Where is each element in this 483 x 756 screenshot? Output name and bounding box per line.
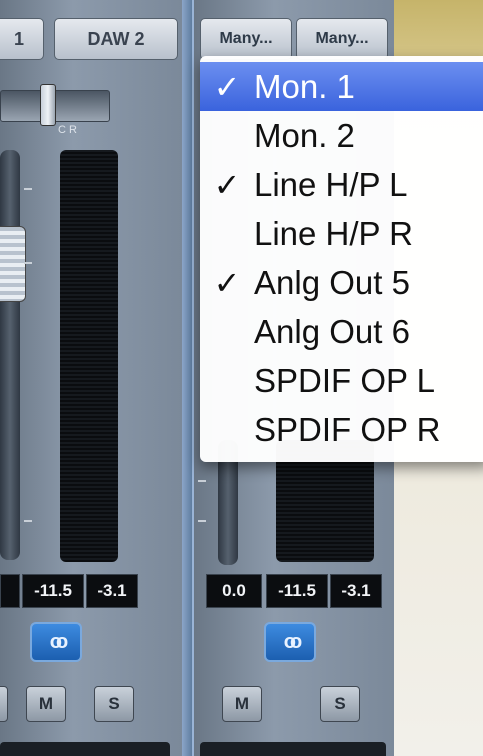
pan-scale-label: C R (58, 124, 77, 136)
fader-readout (0, 574, 20, 608)
menu-item-label: Line H/P R (254, 214, 413, 252)
menu-item-mon-2[interactable]: Mon. 2 (200, 111, 483, 160)
fader-tick (24, 262, 32, 264)
fader-tick (24, 520, 32, 522)
menu-item-spdif-op-l[interactable]: SPDIF OP L (200, 356, 483, 405)
fader-handle[interactable] (0, 226, 26, 302)
checkmark-icon: ✓ (213, 68, 241, 105)
menu-item-label: SPDIF OP R (254, 410, 441, 448)
solo-button[interactable]: S (94, 686, 134, 722)
output-select-button-a[interactable]: Many... (200, 18, 292, 60)
menu-item-label: Line H/P L (254, 165, 408, 203)
partial-button[interactable] (0, 686, 8, 722)
stereo-link-button[interactable]: oo (264, 622, 316, 662)
meter-readout-rms: -3.1 (330, 574, 382, 608)
fader-tick (24, 188, 32, 190)
fader-readout: 0.0 (206, 574, 262, 608)
pan-knob[interactable] (40, 84, 56, 126)
menu-item-mon-1[interactable]: ✓ Mon. 1 (200, 62, 483, 111)
mute-button[interactable]: M (222, 686, 262, 722)
menu-item-anlg-out-6[interactable]: Anlg Out 6 (200, 307, 483, 356)
link-icon: oo (49, 630, 69, 653)
menu-item-label: Mon. 1 (254, 67, 355, 105)
input-select-button-1[interactable]: 1 (0, 18, 44, 60)
checkmark-icon: ✓ (213, 264, 241, 301)
meter-readout-peak: -11.5 (22, 574, 84, 608)
meter-readout-peak: -11.5 (266, 574, 328, 608)
menu-item-label: Anlg Out 5 (254, 263, 410, 301)
solo-button[interactable]: S (320, 686, 360, 722)
mute-button[interactable]: M (26, 686, 66, 722)
output-select-button-b[interactable]: Many... (296, 18, 388, 60)
channel-strip-left: 1 DAW 2 C R -11.5 -3.1 oo M S (0, 0, 184, 756)
menu-item-line-hp-r[interactable]: Line H/P R (200, 209, 483, 258)
strip-divider (182, 0, 192, 756)
channel-name-field[interactable] (0, 742, 170, 756)
output-routing-menu: ✓ Mon. 1 Mon. 2 ✓ Line H/P L Line H/P R … (200, 56, 483, 462)
stereo-link-button[interactable]: oo (30, 622, 82, 662)
meter-readout-rms: -3.1 (86, 574, 138, 608)
menu-item-spdif-op-r[interactable]: SPDIF OP R (200, 405, 483, 454)
menu-item-label: SPDIF OP L (254, 361, 435, 399)
menu-item-anlg-out-5[interactable]: ✓ Anlg Out 5 (200, 258, 483, 307)
input-select-button-daw2[interactable]: DAW 2 (54, 18, 178, 60)
menu-item-label: Mon. 2 (254, 116, 355, 154)
channel-name-field[interactable] (200, 742, 386, 756)
fader-tick (198, 520, 206, 522)
level-meter (60, 150, 118, 562)
menu-item-line-hp-l[interactable]: ✓ Line H/P L (200, 160, 483, 209)
fader-tick (198, 480, 206, 482)
link-icon: oo (283, 630, 303, 653)
fader-track[interactable] (0, 150, 20, 560)
checkmark-icon: ✓ (213, 166, 241, 203)
menu-item-label: Anlg Out 6 (254, 312, 410, 350)
